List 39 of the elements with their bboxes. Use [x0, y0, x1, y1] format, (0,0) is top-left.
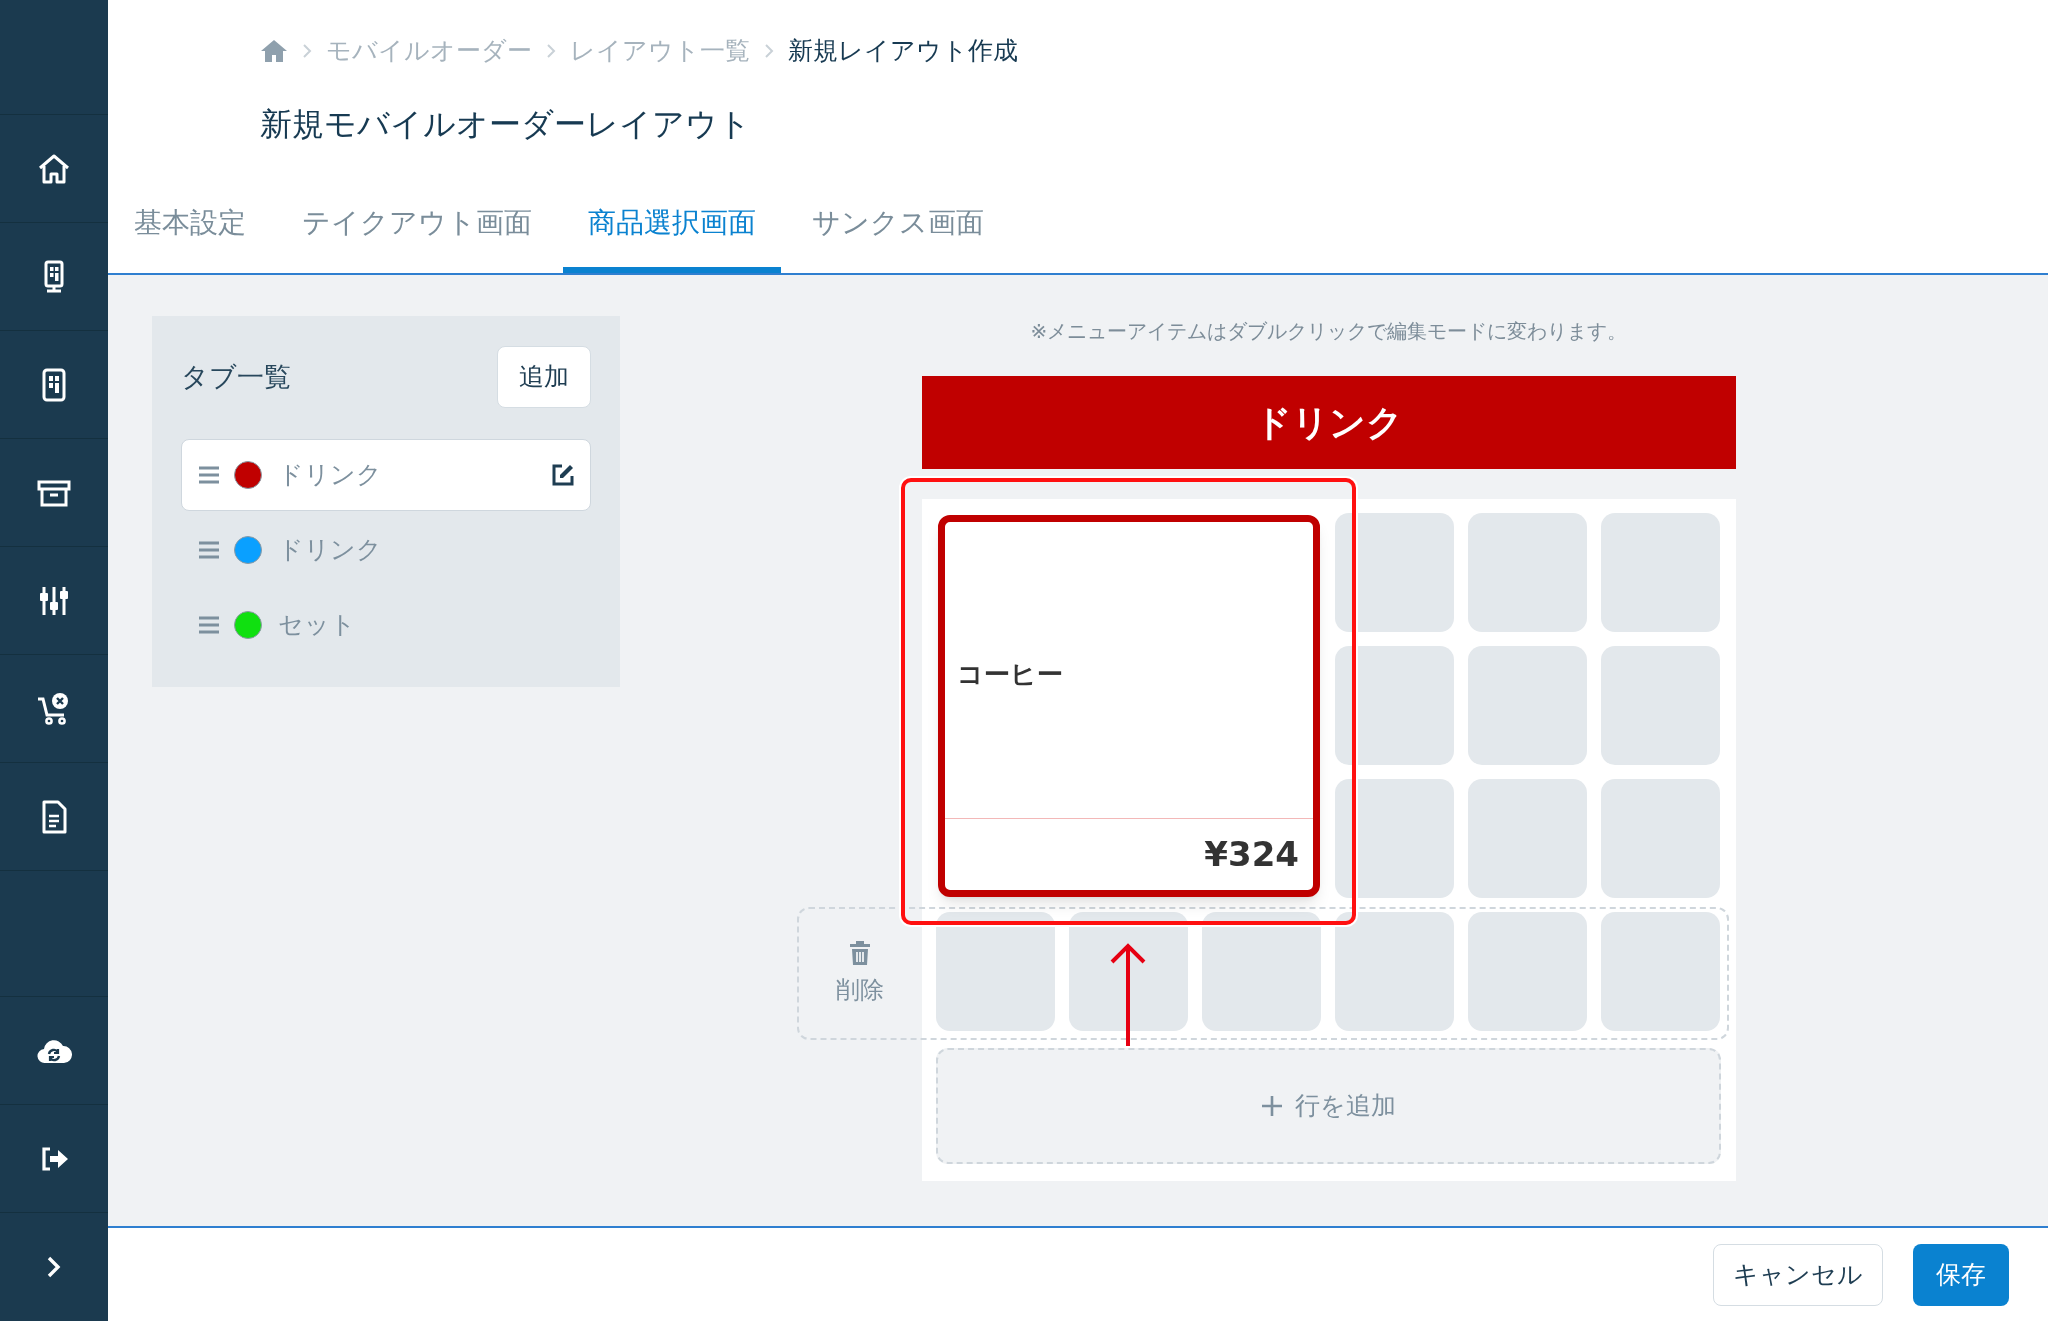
tab[interactable]: テイクアウト画面: [277, 179, 557, 273]
drag-handle-icon[interactable]: [198, 541, 220, 559]
tab[interactable]: サンクス画面: [787, 179, 1009, 273]
trash-icon: [848, 939, 871, 966]
page-title: 新規モバイルオーダーレイアウト: [259, 104, 751, 144]
save-button[interactable]: 保存: [1913, 1243, 2009, 1306]
chevron-right-icon: [764, 43, 774, 59]
add-row-button[interactable]: 行を追加: [936, 1048, 1721, 1164]
drag-handle-icon[interactable]: [198, 466, 220, 484]
add-button[interactable]: 追加: [497, 346, 591, 408]
edit-icon[interactable]: [550, 462, 576, 488]
breadcrumb-link[interactable]: レイアウト一覧: [570, 32, 750, 70]
tab-list-item[interactable]: セット: [181, 589, 591, 661]
empty-slot[interactable]: [936, 912, 1055, 1031]
tab[interactable]: 基本設定: [109, 179, 271, 273]
breadcrumb-current: 新規レイアウト作成: [788, 35, 1018, 68]
hint-text: ※メニューアイテムはダブルクリックで編集モードに変わります。: [1030, 318, 1628, 345]
empty-slot[interactable]: [1335, 513, 1454, 632]
empty-slot[interactable]: [1335, 779, 1454, 898]
chevron-right-icon: [302, 43, 312, 59]
drag-handle-icon[interactable]: [198, 616, 220, 634]
tab-list-item[interactable]: ドリンク: [181, 439, 591, 511]
item-label: ドリンク: [278, 534, 382, 567]
tab-list-item[interactable]: ドリンク: [181, 514, 591, 586]
empty-slot[interactable]: [1335, 646, 1454, 765]
breadcrumb-link[interactable]: モバイルオーダー: [326, 32, 532, 70]
panel-title: タブ一覧: [181, 359, 291, 394]
plus-icon: [1261, 1095, 1283, 1117]
item-label: ドリンク: [278, 459, 382, 492]
item-price: ¥324: [1204, 833, 1299, 876]
chevron-right-icon: [546, 43, 556, 59]
item-name: コーヒー: [957, 657, 1063, 691]
category-header: ドリンク: [922, 376, 1736, 469]
empty-slot[interactable]: [1202, 912, 1321, 1031]
menu-item-card[interactable]: コーヒー ¥324: [938, 515, 1320, 897]
cancel-button[interactable]: キャンセル: [1713, 1243, 1883, 1306]
empty-slot[interactable]: [1069, 912, 1188, 1031]
delete-label: 削除: [835, 974, 884, 1006]
item-label: セット: [278, 609, 356, 642]
